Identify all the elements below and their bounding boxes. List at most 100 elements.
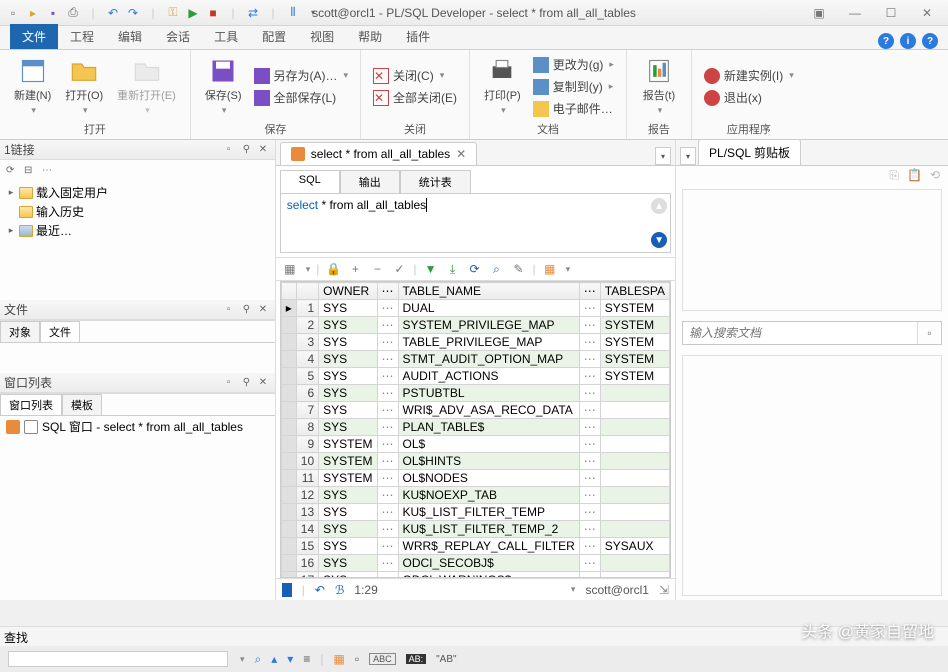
email-button[interactable]: 电子邮件… [531, 99, 616, 118]
del-row-icon[interactable]: − [369, 261, 385, 277]
qat-save-icon[interactable]: ▪ [44, 4, 62, 22]
cell-more[interactable]: ⋯ [377, 453, 398, 470]
cell-tablespace[interactable] [600, 572, 669, 579]
refresh-icon[interactable]: ⟳ [467, 261, 483, 277]
cell-owner[interactable]: SYS [319, 300, 377, 317]
qat-key-icon[interactable]: ⚿ [164, 4, 182, 22]
cell-tablespace[interactable] [600, 504, 669, 521]
row-selector[interactable] [281, 487, 296, 504]
row-selector[interactable] [281, 317, 296, 334]
cell-more[interactable]: ⋯ [377, 317, 398, 334]
search-input[interactable] [683, 322, 917, 344]
cell-more[interactable]: ⋯ [377, 470, 398, 487]
lock-icon[interactable]: 🔒 [325, 261, 341, 277]
about-icon[interactable]: ? [922, 33, 938, 49]
saveas-button[interactable]: 另存为(A)…▾ [252, 66, 351, 85]
row-selector[interactable] [281, 368, 296, 385]
table-row[interactable]: 8SYS⋯PLAN_TABLE$⋯ [281, 419, 669, 436]
user-icon[interactable]: ℬ [335, 583, 344, 597]
cell-owner[interactable]: SYS [319, 317, 377, 334]
cell-tablename[interactable]: KU$_LIST_FILTER_TEMP [398, 504, 579, 521]
cell-tablespace[interactable]: SYSTEM [600, 351, 669, 368]
tabs-dropdown-icon[interactable]: ▾ [680, 147, 696, 165]
cell-owner[interactable]: SYS [319, 504, 377, 521]
tab-close-icon[interactable]: ✕ [456, 147, 466, 161]
next-icon[interactable]: ▼ [651, 232, 667, 248]
cell-more[interactable]: ⋯ [377, 572, 398, 579]
reopen-button[interactable]: 重新打开(E)▾ [113, 55, 180, 118]
prev-result-icon[interactable]: ▴ [271, 652, 277, 666]
cell-more[interactable]: ⋯ [579, 436, 600, 453]
pin-icon[interactable]: ⚲ [243, 377, 255, 389]
close-icon[interactable]: ✕ [916, 6, 938, 20]
tree-item[interactable]: ▸最近… [6, 221, 269, 240]
cell-tablename[interactable]: WRR$_REPLAY_CALL_FILTER [398, 538, 579, 555]
ab-badge[interactable]: AB: [406, 654, 427, 664]
cell-owner[interactable]: SYS [319, 351, 377, 368]
tree-item[interactable]: 输入历史 [6, 202, 269, 221]
info-icon[interactable]: i [900, 33, 916, 49]
paste-icon[interactable]: 📋 [907, 168, 922, 183]
cell-owner[interactable]: SYS [319, 572, 377, 579]
tab-windowlist[interactable]: 窗口列表 [0, 394, 62, 415]
cell-more[interactable]: ⋯ [579, 317, 600, 334]
close-pane-icon[interactable]: ✕ [259, 144, 271, 156]
cell-more[interactable]: ⋯ [579, 572, 600, 579]
cell-tablespace[interactable]: SYSTEM [600, 368, 669, 385]
cell-more[interactable]: ⋯ [377, 385, 398, 402]
qat-new-icon[interactable]: ▫ [4, 4, 22, 22]
ribbon-tab-config[interactable]: 配置 [250, 24, 298, 49]
cell-more[interactable]: ⋯ [579, 300, 600, 317]
cell-more[interactable]: ⋯ [579, 487, 600, 504]
qat-commit-icon[interactable]: ⇄ [244, 4, 262, 22]
abc-badge[interactable]: ABC [369, 653, 396, 665]
cell-owner[interactable]: SYS [319, 487, 377, 504]
cell-tablespace[interactable] [600, 487, 669, 504]
new-button[interactable]: 新建(N)▾ [10, 55, 55, 118]
qat-dropdown-icon[interactable]: ▾ [304, 4, 322, 22]
cell-tablename[interactable]: KU$NOEXP_TAB [398, 487, 579, 504]
grid-mode-icon[interactable]: ▦ [282, 261, 298, 277]
cell-tablename[interactable]: KU$_LIST_FILTER_TEMP_2 [398, 521, 579, 538]
newinstance-button[interactable]: 新建实例(I)▾ [702, 66, 796, 85]
next-result-icon[interactable]: ▾ [287, 652, 293, 666]
cell-more[interactable]: ⋯ [377, 402, 398, 419]
doc-icon[interactable]: ▫ [355, 652, 359, 666]
ab2-badge[interactable]: "AB" [436, 654, 456, 665]
cell-tablespace[interactable] [600, 453, 669, 470]
qat-undo-icon[interactable]: ↶ [104, 4, 122, 22]
table-row[interactable]: 6SYS⋯PSTUBTBL⋯ [281, 385, 669, 402]
col-tablename[interactable]: TABLE_NAME [398, 283, 579, 300]
find-input[interactable] [8, 651, 228, 667]
row-selector[interactable] [281, 402, 296, 419]
cell-more[interactable]: ⋯ [377, 521, 398, 538]
cell-tablename[interactable]: ODCI_SECOBJ$ [398, 555, 579, 572]
cell-tablespace[interactable]: SYSTEM [600, 300, 669, 317]
ribbon-tab-tools[interactable]: 工具 [202, 24, 250, 49]
ribbon-tab-project[interactable]: 工程 [58, 24, 106, 49]
clear-icon[interactable]: ⟲ [930, 168, 940, 183]
pin-icon[interactable]: ⚲ [243, 304, 255, 316]
sql-text[interactable]: select * from all_all_tables [281, 194, 648, 252]
cell-more[interactable]: ⋯ [579, 538, 600, 555]
tab-objects[interactable]: 对象 [0, 321, 40, 342]
close-button[interactable]: ✕关闭(C)▾ [371, 66, 459, 85]
fetch-next-icon[interactable]: ▼ [423, 261, 439, 277]
cell-more[interactable]: ⋯ [579, 385, 600, 402]
cell-owner[interactable]: SYS [319, 521, 377, 538]
col-tablespace[interactable]: TABLESPA [600, 283, 669, 300]
row-selector[interactable] [281, 419, 296, 436]
cell-owner[interactable]: SYSTEM [319, 470, 377, 487]
cell-more[interactable]: ⋯ [377, 504, 398, 521]
table-row[interactable]: 2SYS⋯SYSTEM_PRIVILEGE_MAP⋯SYSTEM [281, 317, 669, 334]
cell-more[interactable]: ⋯ [579, 504, 600, 521]
document-tab[interactable]: select * from all_all_tables ✕ [280, 142, 477, 165]
dock-icon[interactable]: ▫ [227, 377, 239, 389]
tab-files[interactable]: 文件 [40, 321, 80, 342]
clipboard-icon[interactable]: ▦ [333, 652, 344, 666]
minimize-icon[interactable]: — [844, 6, 866, 20]
cell-more[interactable]: ⋯ [579, 402, 600, 419]
ribbon-tab-file[interactable]: 文件 [10, 24, 58, 49]
cell-tablename[interactable]: TABLE_PRIVILEGE_MAP [398, 334, 579, 351]
subtab-stats[interactable]: 统计表 [400, 170, 471, 193]
